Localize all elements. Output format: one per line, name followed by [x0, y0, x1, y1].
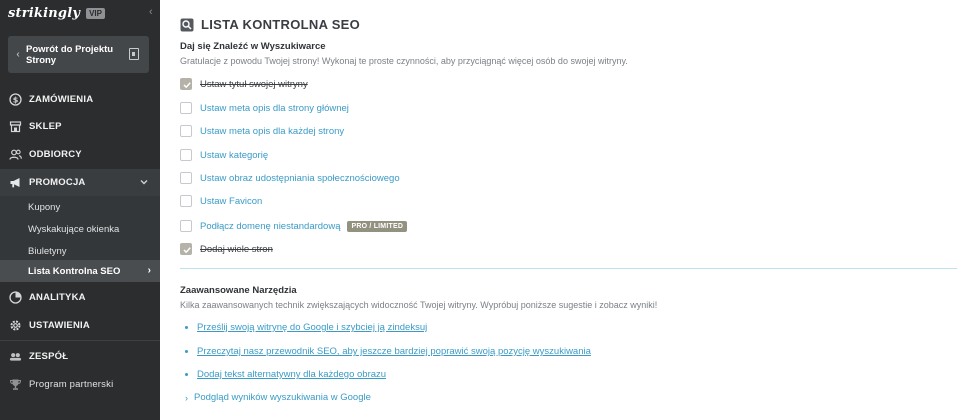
- checklist-item[interactable]: Ustaw kategorię: [180, 148, 268, 162]
- checklist-item-label: Ustaw tytuł swojej witryny: [200, 78, 308, 90]
- sidebar: strikingly VIP ‹ ‹ Powrót do Projektu St…: [0, 0, 160, 420]
- nav-label: ZESPÓŁ: [29, 351, 69, 362]
- sidebar-subitem-label: Biuletyny: [28, 245, 67, 257]
- collapse-sidebar-icon[interactable]: ‹: [149, 6, 157, 18]
- nav-label: USTAWIENIA: [29, 320, 90, 331]
- svg-text:$: $: [13, 95, 19, 104]
- list-item: Prześlij swoją witrynę do Google i szybc…: [185, 321, 427, 334]
- sidebar-subitem-seo-checklist[interactable]: Lista Kontrolna SEO ›: [0, 260, 160, 282]
- checklist-item[interactable]: Ustaw Favicon: [180, 194, 262, 208]
- checkbox[interactable]: [180, 195, 192, 207]
- nav-label: ODBIORCY: [29, 149, 82, 160]
- section-description: Gratulacje z powodu Twojej strony! Wykon…: [180, 56, 628, 66]
- sidebar-subitem-popups[interactable]: Wyskakujące okienka: [0, 218, 160, 240]
- checkbox[interactable]: [180, 220, 192, 232]
- sidebar-subitem-coupons[interactable]: Kupony: [0, 196, 160, 218]
- chart-icon: [9, 291, 22, 304]
- nav-item-promotion[interactable]: PROMOCJA: [0, 169, 160, 196]
- checkbox[interactable]: [180, 102, 192, 114]
- store-icon: [9, 120, 22, 133]
- checklist-item[interactable]: Ustaw obraz udostępniania społecznościow…: [180, 171, 400, 185]
- section-description: Kilka zaawansowanych technik zwiększając…: [180, 300, 658, 310]
- gear-icon: [9, 319, 22, 332]
- dollar-icon: $: [9, 93, 22, 106]
- search-page-icon: [180, 18, 194, 32]
- checklist-item[interactable]: Dodaj wiele stron: [180, 242, 273, 256]
- megaphone-icon: [9, 176, 22, 189]
- sidebar-subitem-newsletters[interactable]: Biuletyny: [0, 240, 160, 262]
- nav-item-store[interactable]: SKLEP: [0, 113, 160, 140]
- bullet: [185, 326, 188, 329]
- checklist-item[interactable]: Podłącz domenę niestandardową PRO / LIMI…: [180, 219, 408, 233]
- nav-label: ANALITYKA: [29, 292, 86, 303]
- section-heading: Daj się Znaleźć w Wyszukiwarce: [180, 41, 326, 52]
- section-heading: Zaawansowane Narzędzia: [180, 285, 297, 296]
- list-item: Przeczytaj nasz przewodnik SEO, aby jesz…: [185, 345, 591, 358]
- checkbox[interactable]: [180, 172, 192, 184]
- checklist-item-label[interactable]: Ustaw meta opis dla każdej strony: [200, 126, 344, 137]
- brand[interactable]: strikingly VIP: [8, 5, 105, 21]
- nav-label: PROMOCJA: [29, 177, 86, 188]
- chevron-down-icon: [139, 177, 149, 187]
- section-divider: [180, 268, 957, 269]
- nav-item-audience[interactable]: ODBIORCY: [0, 141, 160, 168]
- checklist-item-label: Dodaj wiele stron: [200, 243, 273, 255]
- checklist-item-label[interactable]: Ustaw meta opis dla strony głównej: [200, 103, 349, 114]
- people-icon: [9, 148, 22, 161]
- nav-item-settings[interactable]: USTAWIENIA: [0, 312, 160, 339]
- page-icon: [129, 48, 139, 60]
- nav-label: Program partnerski: [29, 379, 114, 390]
- checklist-item[interactable]: Ustaw meta opis dla strony głównej: [180, 101, 349, 115]
- checkbox[interactable]: [180, 149, 192, 161]
- checklist-item[interactable]: Ustaw meta opis dla każdej strony: [180, 124, 344, 138]
- nav-item-analytics[interactable]: ANALITYKA: [0, 284, 160, 311]
- checklist-item[interactable]: Ustaw tytuł swojej witryny: [180, 77, 308, 91]
- plan-badge: VIP: [86, 7, 105, 19]
- sidebar-subitem-label: Kupony: [28, 201, 61, 213]
- nav-label: ZAMÓWIENIA: [29, 94, 94, 105]
- nav-label: SKLEP: [29, 121, 62, 132]
- checkbox[interactable]: [180, 125, 192, 137]
- page-title: LISTA KONTROLNA SEO: [201, 17, 361, 32]
- google-preview-label: Podgląd wyników wyszukiwania w Google: [194, 392, 371, 403]
- sidebar-subitem-label: Lista Kontrolna SEO: [28, 265, 121, 277]
- checklist-item-label[interactable]: Podłącz domenę niestandardową: [200, 221, 340, 232]
- bullet: [185, 350, 188, 353]
- trophy-icon: [9, 378, 22, 391]
- main-content: LISTA KONTROLNA SEO Daj się Znaleźć w Wy…: [160, 0, 957, 420]
- checklist-item-label[interactable]: Ustaw Favicon: [200, 196, 262, 207]
- back-to-project-label: Powrót do Projektu Strony: [26, 43, 114, 66]
- alt-text-link[interactable]: Dodaj tekst alternatywny dla każdego obr…: [197, 369, 386, 380]
- checklist-item-label[interactable]: Ustaw obraz udostępniania społecznościow…: [200, 173, 400, 184]
- nav-item-team[interactable]: ZESPÓŁ: [0, 343, 160, 370]
- back-to-project-button[interactable]: ‹ Powrót do Projektu Strony: [8, 36, 149, 73]
- page-title-row: LISTA KONTROLNA SEO: [180, 17, 360, 32]
- team-icon: [9, 350, 22, 363]
- checkbox-checked[interactable]: [180, 78, 192, 90]
- sidebar-subitem-label: Wyskakujące okienka: [28, 223, 120, 235]
- nav-item-partner-program[interactable]: Program partnerski: [0, 371, 160, 398]
- checkbox-checked[interactable]: [180, 243, 192, 255]
- sidebar-divider: [0, 340, 160, 341]
- seo-guide-link[interactable]: Przeczytaj nasz przewodnik SEO, aby jesz…: [197, 346, 591, 357]
- nav-item-orders[interactable]: $ ZAMÓWIENIA: [0, 86, 160, 113]
- chevron-right-icon: ›: [147, 265, 151, 276]
- bullet: [185, 373, 188, 376]
- pro-limited-badge: PRO / LIMITED: [347, 220, 408, 232]
- chevron-left-icon: ‹: [16, 49, 20, 60]
- submit-to-google-link[interactable]: Prześlij swoją witrynę do Google i szybc…: [197, 322, 427, 333]
- checklist-item-label[interactable]: Ustaw kategorię: [200, 150, 268, 161]
- google-preview-toggle[interactable]: › Podgląd wyników wyszukiwania w Google: [185, 391, 371, 404]
- brand-logo: strikingly: [8, 5, 81, 21]
- list-item: Dodaj tekst alternatywny dla każdego obr…: [185, 368, 386, 381]
- chevron-right-icon: ›: [185, 392, 188, 403]
